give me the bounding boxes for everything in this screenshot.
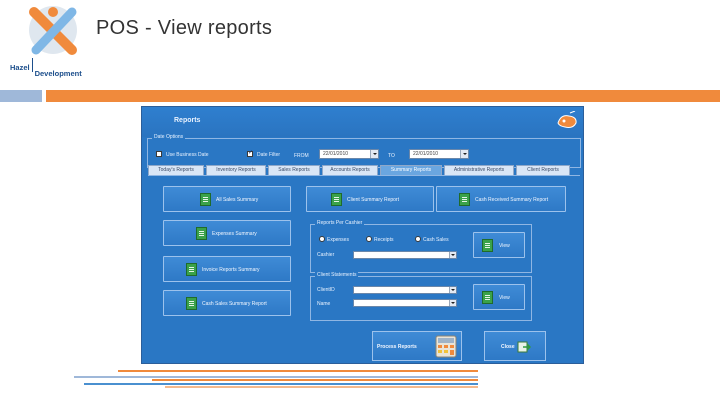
cashier-view-button[interactable]: View xyxy=(473,232,525,258)
use-business-date-label: Use Business Date xyxy=(166,152,209,158)
window-title: Reports xyxy=(174,117,201,124)
process-reports-button[interactable]: Process Reports xyxy=(372,331,462,361)
close-label: Close xyxy=(501,344,515,350)
name-label: Name xyxy=(317,301,331,307)
invoice-reports-summary-label: Invoice Reports Summary xyxy=(202,267,260,273)
tab-accounts-reports[interactable]: Accounts Reports xyxy=(322,165,378,175)
cash-sales-radio-label: Cash Sales xyxy=(423,237,449,243)
client-id-select[interactable] xyxy=(353,286,457,294)
logo-text-development: Development xyxy=(34,68,82,78)
cash-sales-summary-report-button[interactable]: Cash Sales Summary Report xyxy=(163,290,291,316)
to-date-value: 22/01/2010 xyxy=(413,151,439,157)
reports-per-cashier-label: Reports Per Cashier xyxy=(315,220,365,226)
date-filter-label: Date Filter xyxy=(257,152,281,158)
chevron-down-icon[interactable] xyxy=(449,300,456,306)
report-document-icon xyxy=(186,297,197,310)
expenses-summary-button[interactable]: Expenses Summary xyxy=(163,220,291,246)
client-statements-label: Client Statements xyxy=(315,272,359,278)
client-summary-report-button[interactable]: Client Summary Report xyxy=(306,186,434,212)
expenses-radio[interactable] xyxy=(319,236,325,242)
client-statements-group: Client Statements ClientID Name View xyxy=(310,272,532,321)
date-options-group: Date Options Use Business Date Date Filt… xyxy=(147,134,581,168)
from-date-picker[interactable]: 22/01/2010 xyxy=(319,149,379,159)
cash-sales-radio[interactable] xyxy=(415,236,421,242)
cashier-select[interactable] xyxy=(353,251,457,259)
chevron-down-icon[interactable] xyxy=(449,252,456,258)
to-label: TO xyxy=(388,153,395,159)
reports-window: Reports Date Options Use Business Date D… xyxy=(141,106,584,364)
cash-received-summary-report-label: Cash Received Summary Report xyxy=(475,197,549,203)
from-label: FROM xyxy=(294,153,309,159)
chevron-down-icon[interactable] xyxy=(449,287,456,293)
calculator-icon xyxy=(435,335,457,358)
client-name-select[interactable] xyxy=(353,299,457,307)
to-date-picker[interactable]: 22/01/2010 xyxy=(409,149,469,159)
all-sales-summary-label: All Sales Summary xyxy=(216,197,259,203)
cashier-label: Cashier xyxy=(317,252,335,258)
client-view-label: View xyxy=(499,295,510,301)
report-document-icon xyxy=(459,193,470,206)
expenses-radio-label: Expenses xyxy=(327,237,349,243)
tab-sales-reports[interactable]: Sales Reports xyxy=(268,165,320,175)
use-business-date-checkbox[interactable] xyxy=(156,151,162,157)
process-reports-label: Process Reports xyxy=(377,344,417,350)
cashier-view-label: View xyxy=(499,243,510,249)
tab-administrative-reports[interactable]: Administrative Reports xyxy=(444,165,514,175)
report-document-icon xyxy=(482,291,493,304)
from-date-value: 22/01/2010 xyxy=(323,151,349,157)
date-filter-checkbox[interactable] xyxy=(247,149,253,157)
header-bar-orange xyxy=(46,90,720,102)
tab-client-reports[interactable]: Client Reports xyxy=(516,165,570,175)
logo-text-hazel: Hazel xyxy=(10,62,30,72)
tab-todays-reports[interactable]: Today's Reports xyxy=(148,165,204,175)
client-summary-report-label: Client Summary Report xyxy=(347,197,399,203)
logo-mark-icon xyxy=(29,6,77,55)
header-bar-blue xyxy=(0,90,42,102)
chevron-down-icon[interactable] xyxy=(460,150,468,158)
tab-summary-reports[interactable]: Summary Reports xyxy=(380,165,442,175)
close-button[interactable]: Close xyxy=(484,331,546,361)
reports-per-cashier-group: Reports Per Cashier Expenses Receipts Ca… xyxy=(310,220,532,273)
cash-sales-summary-report-label: Cash Sales Summary Report xyxy=(202,301,267,307)
receipts-radio[interactable] xyxy=(366,236,372,242)
slide-title: POS - View reports xyxy=(96,17,273,39)
palette-icon xyxy=(557,111,577,128)
window-header: Reports xyxy=(142,107,583,137)
invoice-reports-summary-button[interactable]: Invoice Reports Summary xyxy=(163,256,291,282)
tab-inventory-reports[interactable]: Inventory Reports xyxy=(206,165,266,175)
report-document-icon xyxy=(482,239,493,252)
report-document-icon xyxy=(331,193,342,206)
receipts-radio-label: Receipts xyxy=(374,237,394,243)
expenses-summary-label: Expenses Summary xyxy=(212,231,257,237)
report-document-icon xyxy=(186,263,197,276)
exit-icon xyxy=(517,341,531,353)
cash-received-summary-report-button[interactable]: Cash Received Summary Report xyxy=(436,186,566,212)
summary-reports-panel: All Sales Summary Client Summary Report … xyxy=(148,175,580,328)
client-id-label: ClientID xyxy=(317,287,335,293)
all-sales-summary-button[interactable]: All Sales Summary xyxy=(163,186,291,212)
chevron-down-icon[interactable] xyxy=(370,150,378,158)
logo-wordmark: Hazel Development xyxy=(10,58,82,78)
hazel-development-logo: Hazel Development xyxy=(8,4,92,80)
date-options-label: Date Options xyxy=(152,134,186,140)
client-view-button[interactable]: View xyxy=(473,284,525,310)
report-document-icon xyxy=(196,227,207,240)
report-document-icon xyxy=(200,193,211,206)
